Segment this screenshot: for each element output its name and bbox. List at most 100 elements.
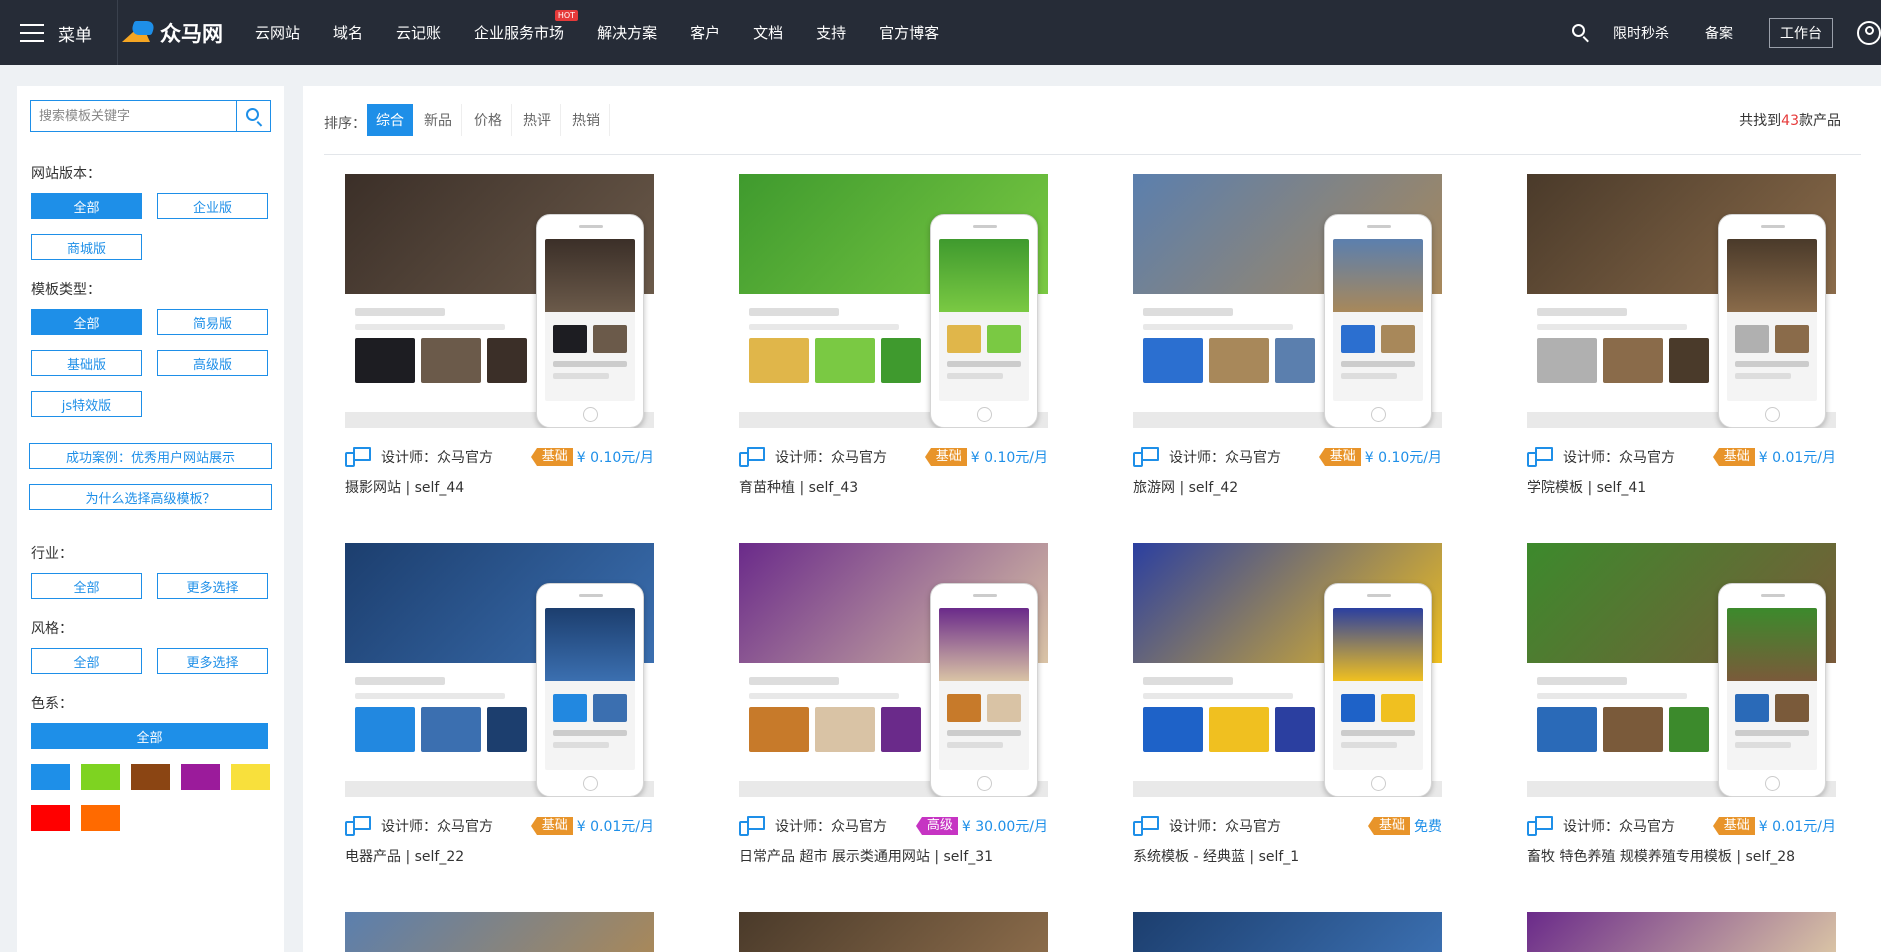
record-link[interactable]: 备案: [1705, 23, 1733, 43]
mobile-preview: [536, 214, 644, 428]
mobile-preview: [1718, 214, 1826, 428]
color-swatch-orange[interactable]: [81, 805, 120, 831]
template-preview-image[interactable]: [1133, 543, 1442, 797]
color-swatch-purple[interactable]: [181, 764, 220, 790]
version-label: 网站版本：: [31, 166, 101, 182]
template-name-link[interactable]: 系统模板 - 经典蓝 | self_1: [1133, 846, 1299, 866]
designer-label: 设计师：众马官方: [1169, 819, 1281, 835]
designer-label: 设计师：众马官方: [775, 450, 887, 466]
mobile-preview: [930, 583, 1038, 797]
template-meta: 设计师：众马官方 基础 ¥ 0.10元/月: [739, 445, 1048, 469]
menu-button[interactable]: 菜单: [20, 20, 120, 46]
type-simple[interactable]: 简易版: [157, 309, 268, 335]
color-swatch-red[interactable]: [31, 805, 70, 831]
template-preview-image[interactable]: [345, 174, 654, 428]
sort-price[interactable]: 价格: [465, 104, 512, 136]
price-label: ¥ 0.01元/月: [1758, 450, 1836, 466]
logo-text: 众马网: [160, 22, 223, 46]
template-name-link[interactable]: 畜牧 特色养殖 规模养殖专用模板 | self_28: [1527, 846, 1795, 866]
search-icon[interactable]: [1571, 23, 1591, 43]
template-preview-image[interactable]: [739, 543, 1048, 797]
template-preview-image[interactable]: [739, 912, 1048, 952]
nav-item-blog[interactable]: 官方博客: [879, 22, 939, 43]
template-preview-image[interactable]: [1527, 912, 1836, 952]
workspace-button[interactable]: 工作台: [1769, 17, 1833, 48]
color-swatch-blue[interactable]: [31, 764, 70, 790]
sort-bestselling[interactable]: 热销: [563, 104, 610, 136]
color-all[interactable]: 全部: [31, 723, 268, 749]
nav-item-enterprise-market-label: 企业服务市场: [474, 24, 565, 42]
style-all[interactable]: 全部: [31, 648, 142, 674]
template-preview-image[interactable]: [1133, 912, 1442, 952]
template-name-link[interactable]: 育苗种植 | self_43: [739, 477, 858, 497]
nav-item-enterprise-market[interactable]: 企业服务市场 HOT: [474, 10, 579, 43]
logo-mark-icon: [122, 21, 157, 45]
template-preview-image[interactable]: [739, 174, 1048, 428]
type-js-effects[interactable]: js特效版: [31, 391, 142, 417]
template-preview-image[interactable]: [345, 543, 654, 797]
sort-new[interactable]: 新品: [415, 104, 462, 136]
search-icon: [246, 108, 259, 121]
nav-item-customers[interactable]: 客户: [690, 22, 720, 43]
template-preview-image[interactable]: [1527, 174, 1836, 428]
industry-more[interactable]: 更多选择: [157, 573, 268, 599]
logo[interactable]: 众马网: [122, 19, 223, 47]
template-name-link[interactable]: 电器产品 | self_22: [345, 846, 464, 866]
template-name-link[interactable]: 旅游网 | self_42: [1133, 477, 1238, 497]
template-meta: 设计师：众马官方 基础 ¥ 0.01元/月: [1527, 814, 1836, 838]
price-label: ¥ 0.10元/月: [970, 450, 1048, 466]
sort-comprehensive[interactable]: 综合: [367, 104, 413, 136]
result-count: 共找到43款产品: [1739, 110, 1841, 130]
responsive-devices-icon: [1133, 447, 1159, 467]
nav-item-support[interactable]: 支持: [816, 22, 846, 43]
edition-tag: 基础: [924, 448, 967, 466]
template-meta: 设计师：众马官方 高级 ¥ 30.00元/月: [739, 814, 1048, 838]
designer-label: 设计师：众马官方: [1169, 450, 1281, 466]
user-icon[interactable]: [1857, 20, 1881, 45]
price-label: ¥ 0.01元/月: [576, 819, 654, 835]
nav-item-docs[interactable]: 文档: [753, 22, 783, 43]
main-nav: 云网站 域名 云记账 企业服务市场 HOT 解决方案 客户 文档 支持 官方博客: [255, 0, 972, 65]
version-all[interactable]: 全部: [31, 193, 142, 219]
why-advanced-link[interactable]: 为什么选择高级模板？: [29, 484, 272, 510]
industry-all[interactable]: 全部: [31, 573, 142, 599]
version-mall[interactable]: 商城版: [31, 234, 142, 260]
hamburger-icon: [20, 24, 44, 42]
type-basic[interactable]: 基础版: [31, 350, 142, 376]
template-search-input[interactable]: [31, 101, 236, 131]
price-label: ¥ 0.01元/月: [1758, 819, 1836, 835]
price-label: 免费: [1414, 819, 1442, 835]
nav-item-domain[interactable]: 域名: [333, 22, 363, 43]
template-search-box: [30, 100, 271, 132]
hot-badge: HOT: [554, 10, 579, 21]
sort-reviews[interactable]: 热评: [514, 104, 561, 136]
type-all[interactable]: 全部: [31, 309, 142, 335]
color-swatch-green[interactable]: [81, 764, 120, 790]
nav-item-cloud-site[interactable]: 云网站: [255, 22, 300, 43]
mobile-preview: [930, 214, 1038, 428]
template-name-link[interactable]: 日常产品 超市 展示类通用网站 | self_31: [739, 846, 993, 866]
filter-sidebar: 网站版本： 全部 企业版 商城版 模板类型： 全部 简易版 基础版 高级版 js…: [17, 86, 284, 952]
type-advanced[interactable]: 高级版: [157, 350, 268, 376]
search-button[interactable]: [236, 101, 270, 131]
responsive-devices-icon: [345, 447, 371, 467]
mobile-preview: [1324, 583, 1432, 797]
edition-tag: 基础: [1712, 448, 1755, 466]
version-enterprise[interactable]: 企业版: [157, 193, 268, 219]
nav-item-cloud-accounting[interactable]: 云记账: [396, 22, 441, 43]
designer-label: 设计师：众马官方: [1563, 819, 1675, 835]
color-swatch-yellow[interactable]: [231, 764, 270, 790]
edition-tag: 基础: [530, 817, 573, 835]
responsive-devices-icon: [1133, 816, 1159, 836]
result-number: 43: [1781, 113, 1799, 129]
template-preview-image[interactable]: [1527, 543, 1836, 797]
color-swatch-brown[interactable]: [131, 764, 170, 790]
success-cases-link[interactable]: 成功案例：优秀用户网站展示: [29, 443, 272, 469]
template-preview-image[interactable]: [345, 912, 654, 952]
nav-item-solutions[interactable]: 解决方案: [597, 22, 657, 43]
flash-sale-link[interactable]: 限时秒杀: [1613, 23, 1669, 43]
template-name-link[interactable]: 摄影网站 | self_44: [345, 477, 464, 497]
style-more[interactable]: 更多选择: [157, 648, 268, 674]
template-preview-image[interactable]: [1133, 174, 1442, 428]
template-name-link[interactable]: 学院模板 | self_41: [1527, 477, 1646, 497]
